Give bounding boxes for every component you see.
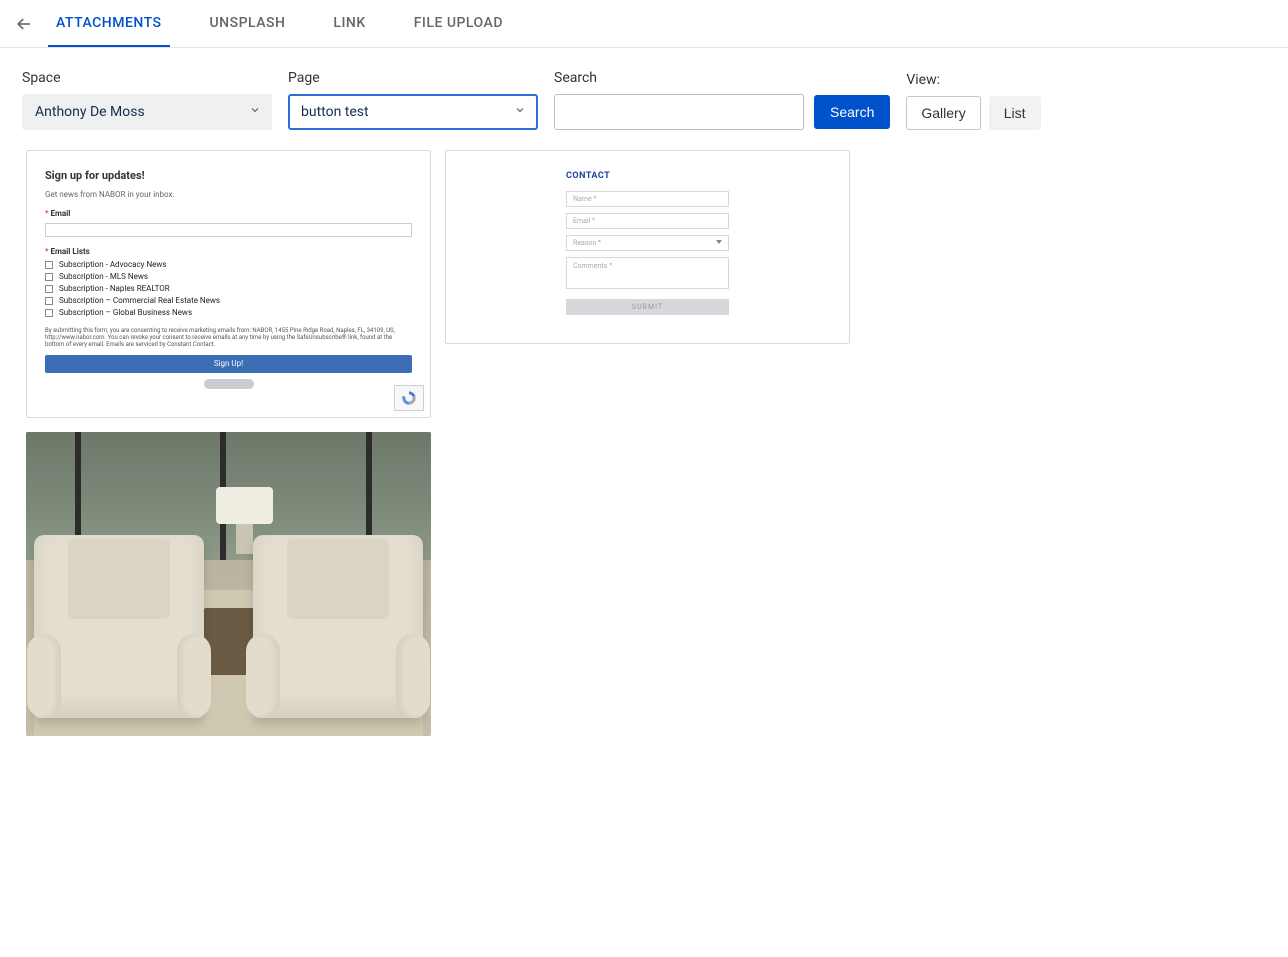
view-toggle-group: Gallery List	[906, 96, 1040, 130]
thumb-title: Sign up for updates!	[45, 169, 412, 182]
top-tab-bar: ATTACHMENTS UNSPLASH LINK FILE UPLOAD	[0, 0, 1288, 48]
space-select-value: Anthony De Moss	[35, 104, 145, 120]
recaptcha-icon	[394, 385, 424, 411]
page-field: Page button test	[288, 70, 538, 130]
attachment-thumbnail: Sign up for updates! Get news from NABOR…	[27, 151, 430, 399]
tabs: ATTACHMENTS UNSPLASH LINK FILE UPLOAD	[48, 0, 511, 47]
space-select[interactable]: Anthony De Moss	[22, 94, 272, 130]
thumb-submit-button: SUBMIT	[566, 299, 729, 315]
tab-attachments[interactable]: ATTACHMENTS	[48, 0, 170, 47]
search-label: Search	[554, 70, 890, 86]
thumb-option: Subscription - MLS News	[45, 272, 412, 281]
chevron-down-icon	[249, 104, 261, 120]
attachment-thumbnail	[26, 432, 431, 736]
page-select[interactable]: button test	[288, 94, 538, 130]
thumb-reason-field: Reason *	[566, 235, 729, 251]
thumb-subtitle: Get news from NABOR in your inbox.	[45, 190, 412, 199]
attachments-gallery: Sign up for updates! Get news from NABOR…	[0, 140, 1288, 758]
page-select-value: button test	[301, 104, 369, 120]
thumb-email-input	[45, 223, 412, 237]
thumb-name-field: Name *	[566, 191, 729, 207]
thumb-email-label: Email	[50, 209, 70, 218]
search-button[interactable]: Search	[814, 95, 890, 129]
search-input[interactable]	[554, 94, 804, 130]
tab-file-upload[interactable]: FILE UPLOAD	[406, 0, 511, 47]
thumb-contact-title: CONTACT	[566, 171, 729, 181]
space-field: Space Anthony De Moss	[22, 70, 272, 130]
thumb-signup-button: Sign Up!	[45, 355, 412, 373]
thumb-option: Subscription – Global Business News	[45, 308, 412, 317]
thumb-lists-label: Email Lists	[50, 247, 89, 256]
thumb-option: Subscription - Advocacy News	[45, 260, 412, 269]
tab-unsplash[interactable]: UNSPLASH	[202, 0, 294, 47]
thumb-fineprint: By submitting this form, you are consent…	[45, 327, 412, 349]
view-gallery-button[interactable]: Gallery	[906, 96, 980, 130]
attachment-card[interactable]: Sign up for updates! Get news from NABOR…	[26, 150, 431, 418]
search-field: Search Search	[554, 70, 890, 130]
view-label: View:	[906, 72, 1040, 88]
view-field: View: Gallery List	[906, 72, 1040, 130]
attachment-card[interactable]	[26, 432, 431, 736]
thumb-comments-field: Comments *	[566, 257, 729, 289]
view-list-button[interactable]: List	[989, 96, 1041, 130]
controls-row: Space Anthony De Moss Page button test S…	[0, 48, 1288, 140]
thumb-badge	[204, 379, 254, 389]
page-label: Page	[288, 70, 538, 86]
attachment-thumbnail: CONTACT Name * Email * Reason * Comments…	[446, 151, 849, 335]
chevron-down-icon	[514, 104, 526, 120]
attachment-card[interactable]: CONTACT Name * Email * Reason * Comments…	[445, 150, 850, 344]
thumb-option: Subscription – Commercial Real Estate Ne…	[45, 296, 412, 305]
tab-link[interactable]: LINK	[325, 0, 373, 47]
back-button[interactable]	[8, 8, 40, 40]
caret-down-icon	[716, 240, 722, 244]
arrow-left-icon	[14, 14, 34, 34]
thumb-email-field: Email *	[566, 213, 729, 229]
thumb-option: Subscription - Naples REALTOR	[45, 284, 412, 293]
space-label: Space	[22, 70, 272, 86]
